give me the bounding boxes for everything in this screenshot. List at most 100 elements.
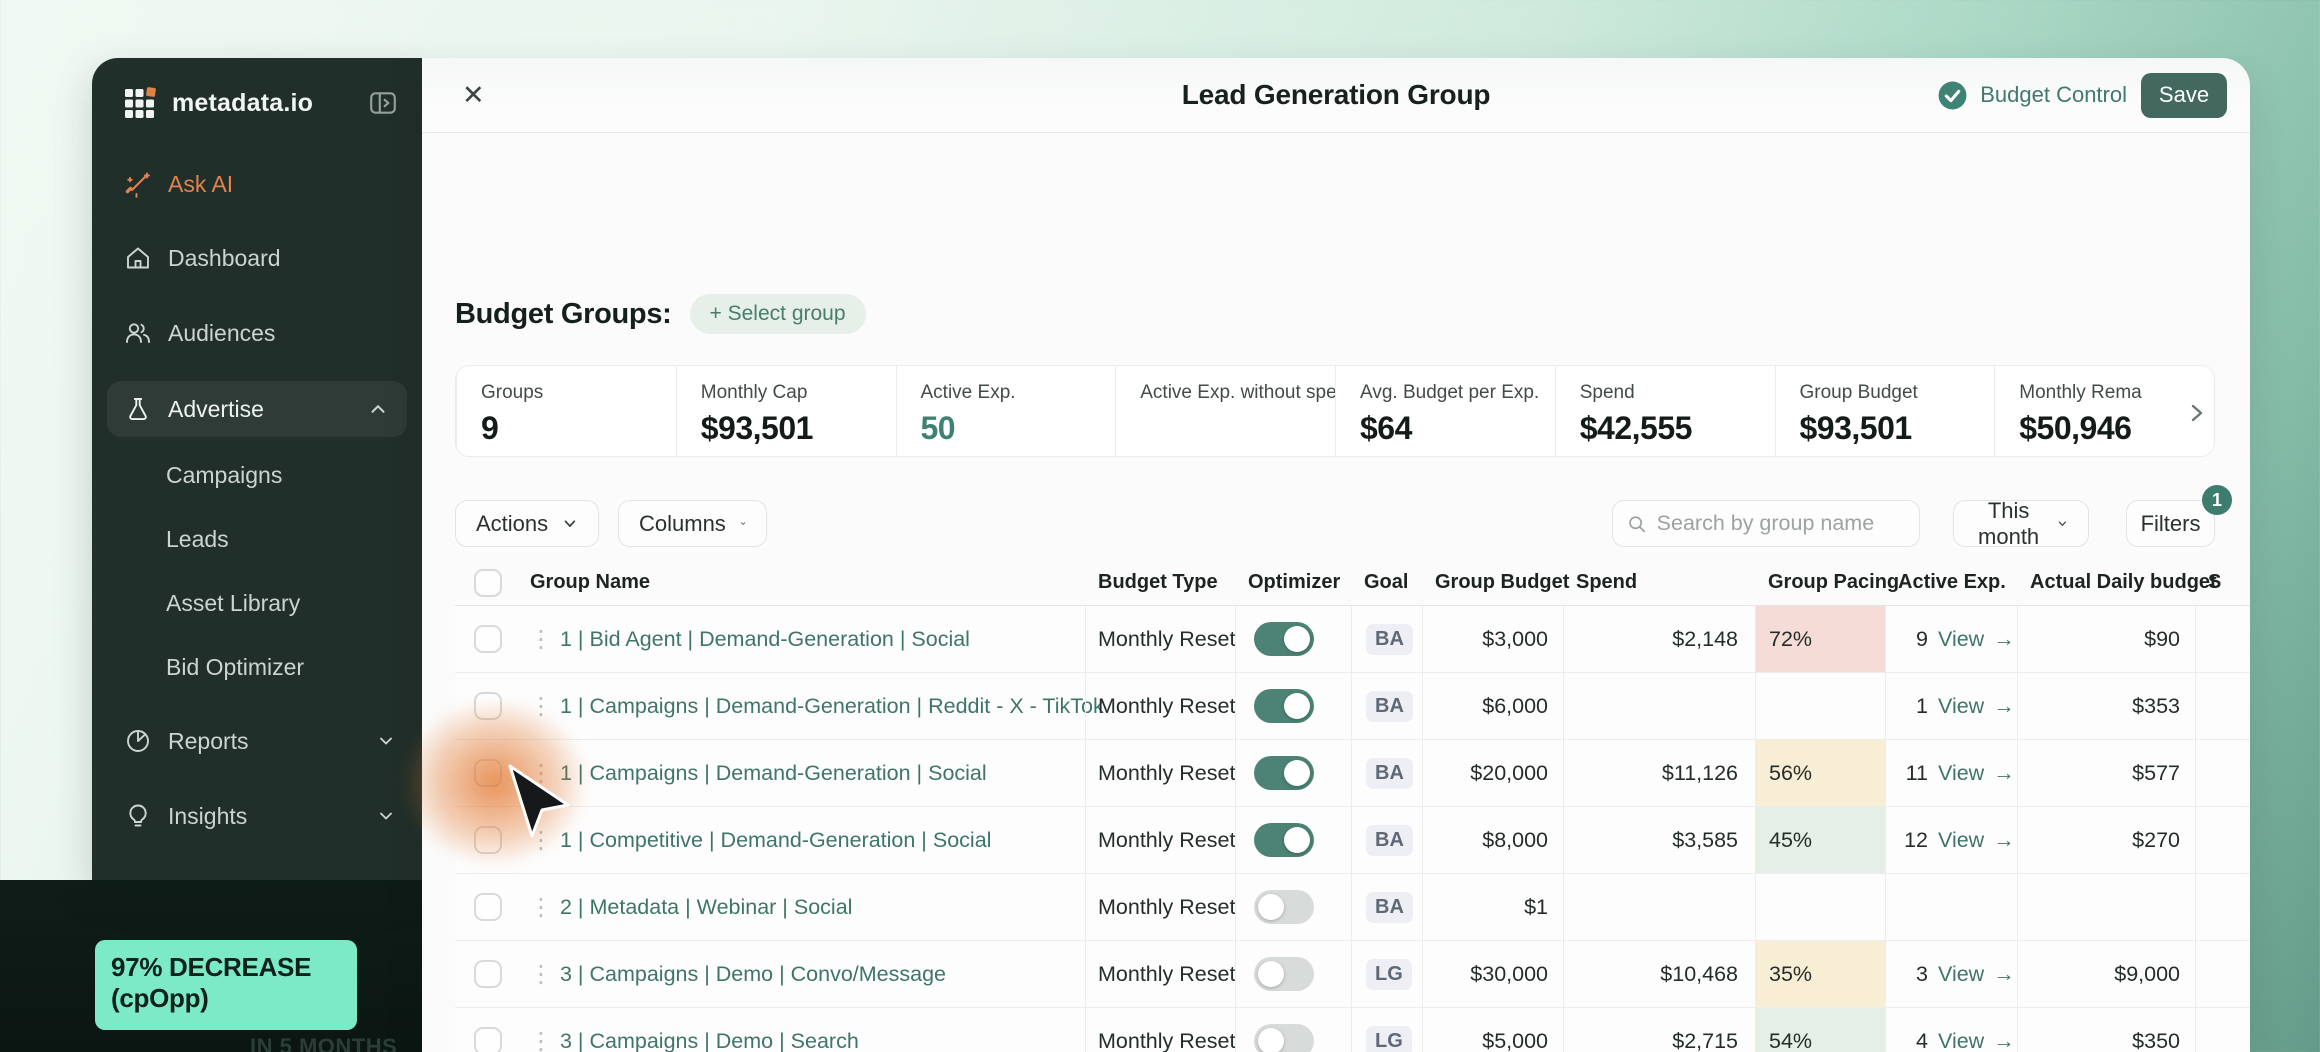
search-box[interactable]	[1612, 500, 1920, 547]
table-toolbar: Actions Columns This month Filters 1	[455, 500, 2215, 547]
row-checkbox[interactable]	[474, 1027, 502, 1052]
arrow-right-icon: →	[1993, 1029, 2015, 1052]
pacing-value: 35%	[1769, 962, 1812, 987]
select-all-checkbox[interactable]	[474, 569, 502, 597]
column-header[interactable]: Optimizer	[1235, 571, 1351, 594]
goal-badge: BA	[1366, 691, 1413, 722]
view-link[interactable]: View →	[1938, 1029, 2015, 1052]
column-header[interactable]: Actual Daily budget	[2017, 571, 2195, 594]
collapse-sidebar-icon[interactable]	[368, 88, 398, 118]
group-name-link[interactable]: 3 | Campaigns | Demo | Search	[560, 1029, 859, 1052]
sidebar-item-leads[interactable]: Leads	[92, 515, 422, 563]
close-icon[interactable]: ✕	[462, 82, 485, 109]
pacing-value: 56%	[1769, 761, 1812, 786]
view-link[interactable]: View →	[1938, 627, 2015, 652]
table-header-row: Group Name Budget Type Optimizer Goal Gr…	[455, 560, 2250, 606]
sidebar-item-dashboard[interactable]: Dashboard	[92, 232, 422, 284]
sidebar-item-insights[interactable]: Insights	[92, 790, 422, 842]
column-header[interactable]: Spend	[1563, 571, 1755, 594]
columns-dropdown[interactable]: Columns	[618, 500, 767, 547]
actions-dropdown[interactable]: Actions	[455, 500, 599, 547]
column-header[interactable]: Active Exp.	[1885, 571, 2017, 594]
pacing-value: 72%	[1769, 627, 1812, 652]
sidebar-item-advertise[interactable]: Advertise	[107, 381, 407, 437]
budget-type-cell: Monthly Reset	[1085, 941, 1235, 1007]
stats-scroll-right-icon[interactable]	[2188, 402, 2206, 424]
promo-line1: 97% DECREASE	[111, 952, 341, 983]
drag-handle-icon[interactable]: ⋮	[520, 1008, 560, 1052]
row-checkbox[interactable]	[474, 692, 502, 720]
active-exp-cell	[1885, 874, 2017, 940]
column-header[interactable]: Group Pacing	[1755, 571, 1885, 594]
drag-handle-icon[interactable]: ⋮	[520, 941, 560, 1007]
budget-control-link[interactable]: Budget Control	[1980, 82, 2127, 108]
toggle-knob	[1258, 894, 1284, 920]
drag-handle-icon[interactable]: ⋮	[520, 740, 560, 806]
group-name-link[interactable]: 1 | Bid Agent | Demand-Generation | Soci…	[560, 627, 970, 652]
actual-daily-budget-cell: $270	[2017, 807, 2195, 873]
save-button[interactable]: Save	[2141, 73, 2227, 118]
view-link[interactable]: View →	[1938, 962, 2015, 987]
sidebar-item-bid-optimizer[interactable]: Bid Optimizer	[92, 643, 422, 691]
sidebar-item-audiences[interactable]: Audiences	[92, 307, 422, 359]
sidebar-item-ask-ai[interactable]: Ask AI	[92, 158, 422, 210]
column-header[interactable]: Budget Type	[1085, 571, 1235, 594]
pacing-value: 54%	[1769, 1029, 1812, 1052]
view-link[interactable]: View →	[1938, 694, 2015, 719]
filters-button[interactable]: Filters	[2126, 500, 2215, 547]
row-checkbox[interactable]	[474, 893, 502, 921]
view-link[interactable]: View →	[1938, 828, 2015, 853]
active-exp-count: 4	[1894, 1029, 1928, 1052]
row-checkbox[interactable]	[474, 960, 502, 988]
group-name-link[interactable]: 1 | Campaigns | Demand-Generation | Redd…	[560, 694, 1104, 719]
sidebar-item-asset-library[interactable]: Asset Library	[92, 579, 422, 627]
group-name-link[interactable]: 1 | Competitive | Demand-Generation | So…	[560, 828, 991, 853]
select-group-button[interactable]: + Select group	[690, 294, 866, 334]
column-header[interactable]: Group Name	[520, 571, 1085, 594]
stat-label: Active Exp. without spend	[1140, 382, 1325, 404]
period-dropdown[interactable]: This month	[1953, 500, 2089, 547]
toggle-knob	[1258, 1028, 1284, 1052]
view-label: View	[1938, 828, 1984, 853]
search-input[interactable]	[1657, 511, 1905, 536]
drag-handle-icon[interactable]: ⋮	[520, 807, 560, 873]
toggle-knob	[1284, 693, 1310, 719]
drag-handle-icon[interactable]: ⋮	[520, 606, 560, 672]
column-header[interactable]: Goal	[1351, 571, 1422, 594]
group-name-link[interactable]: 1 | Campaigns | Demand-Generation | Soci…	[560, 761, 987, 786]
active-exp-cell: 3 View →	[1885, 941, 2017, 1007]
group-pacing-cell: 54%	[1755, 1008, 1885, 1052]
drag-handle-icon[interactable]: ⋮	[520, 874, 560, 940]
metadata-grid-logo-icon	[124, 87, 156, 119]
stat-label: Monthly Cap	[701, 382, 886, 404]
budget-type-cell: Monthly Reset	[1085, 807, 1235, 873]
group-name-link[interactable]: 2 | Metadata | Webinar | Social	[560, 895, 852, 920]
toggle-knob	[1284, 827, 1310, 853]
optimizer-toggle[interactable]	[1254, 622, 1314, 656]
optimizer-toggle[interactable]	[1254, 957, 1314, 991]
column-header[interactable]: Group Budget	[1422, 571, 1563, 594]
row-checkbox[interactable]	[474, 625, 502, 653]
column-header[interactable]: S	[2195, 571, 2250, 594]
extra-column-cell	[2195, 874, 2250, 940]
row-checkbox[interactable]	[474, 826, 502, 854]
columns-label: Columns	[639, 511, 726, 537]
goal-badge: BA	[1366, 624, 1413, 655]
sidebar-item-reports[interactable]: Reports	[92, 715, 422, 767]
drag-handle-icon[interactable]: ⋮	[520, 673, 560, 739]
lightbulb-icon	[124, 802, 152, 830]
sidebar-item-campaigns[interactable]: Campaigns	[92, 451, 422, 499]
optimizer-toggle[interactable]	[1254, 689, 1314, 723]
group-pacing-cell: 45%	[1755, 807, 1885, 873]
optimizer-toggle[interactable]	[1254, 756, 1314, 790]
optimizer-toggle[interactable]	[1254, 823, 1314, 857]
optimizer-toggle[interactable]	[1254, 890, 1314, 924]
view-link[interactable]: View →	[1938, 761, 2015, 786]
stat-label: Avg. Budget per Exp.	[1360, 382, 1545, 404]
goal-badge: LG	[1366, 1026, 1412, 1052]
group-name-link[interactable]: 3 | Campaigns | Demo | Convo/Message	[560, 962, 946, 987]
arrow-right-icon: →	[1993, 828, 2015, 853]
arrow-right-icon: →	[1993, 962, 2015, 987]
row-checkbox[interactable]	[474, 759, 502, 787]
optimizer-toggle[interactable]	[1254, 1024, 1314, 1052]
